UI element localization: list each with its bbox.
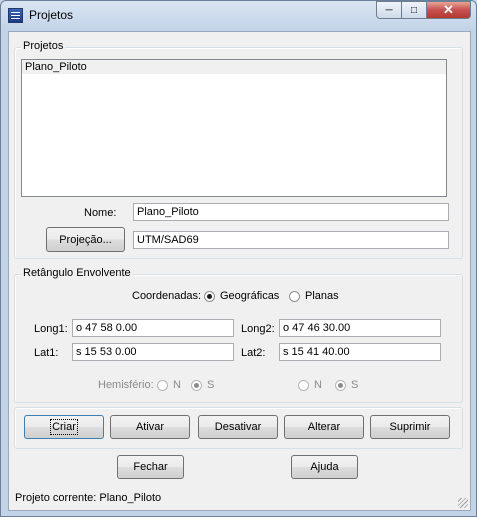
- s-label: S: [207, 379, 215, 391]
- criar-button[interactable]: Criar: [24, 415, 104, 439]
- window-title: Projetos: [29, 8, 74, 22]
- radio-unselected-icon: [298, 379, 309, 391]
- close-button[interactable]: ✕: [427, 1, 471, 19]
- hemisferio1-s-radio[interactable]: S: [191, 379, 214, 391]
- hemisferio-label: Hemisfério:: [98, 379, 154, 391]
- fechar-label: Fechar: [133, 461, 168, 473]
- lat1-label: Lat1:: [34, 347, 59, 359]
- n-label: N: [314, 379, 322, 391]
- minimize-icon: ─: [385, 4, 393, 16]
- retangulo-group-label: Retângulo Envolvente: [21, 267, 133, 279]
- ajuda-button[interactable]: Ajuda: [291, 455, 358, 479]
- radio-unselected-icon: [157, 379, 168, 391]
- radio-selected-icon: [204, 290, 215, 302]
- caption-buttons: ─ □ ✕: [376, 1, 471, 20]
- criar-label: Criar: [50, 419, 78, 435]
- planas-radio[interactable]: Planas: [289, 290, 339, 302]
- list-item[interactable]: Plano_Piloto: [22, 60, 446, 74]
- long1-field[interactable]: o 47 58 0.00: [72, 319, 234, 337]
- coordenadas-label: Coordenadas:: [132, 290, 202, 302]
- s-label: S: [351, 379, 359, 391]
- lat2-field[interactable]: s 15 41 40.00: [279, 343, 441, 361]
- title-bar[interactable]: Projetos ─ □ ✕: [1, 1, 476, 29]
- planas-label: Planas: [305, 290, 339, 302]
- projetos-window: Projetos ─ □ ✕ Projetos Plano_Piloto Nom…: [0, 0, 477, 517]
- radio-selected-icon: [335, 379, 346, 391]
- nome-label: Nome:: [84, 207, 117, 219]
- hemisferio2-n-radio[interactable]: N: [298, 379, 322, 391]
- projecao-field[interactable]: UTM/SAD69: [133, 231, 449, 249]
- hemisferio1-n-radio[interactable]: N: [157, 379, 181, 391]
- resize-grip-icon[interactable]: [458, 498, 468, 508]
- projetos-group: Projetos Plano_Piloto Nome: Plano_Piloto…: [14, 40, 463, 259]
- app-icon: [8, 8, 23, 23]
- suprimir-label: Suprimir: [389, 421, 431, 433]
- ativar-label: Ativar: [135, 421, 165, 433]
- radio-unselected-icon: [289, 290, 300, 302]
- actions-group: Criar Ativar Desativar Alterar Suprimir: [14, 407, 463, 449]
- maximize-button[interactable]: □: [402, 1, 427, 19]
- n-label: N: [173, 379, 181, 391]
- long2-label: Long2:: [241, 323, 275, 335]
- projecao-button[interactable]: Projeção...: [46, 227, 125, 252]
- alterar-label: Alterar: [307, 421, 341, 433]
- lat2-label: Lat2:: [241, 347, 266, 359]
- geograficas-radio[interactable]: Geográficas: [204, 290, 279, 302]
- hemisferio2-s-radio[interactable]: S: [335, 379, 358, 391]
- fechar-button[interactable]: Fechar: [117, 455, 184, 479]
- alterar-button[interactable]: Alterar: [284, 415, 364, 439]
- desativar-label: Desativar: [214, 421, 262, 433]
- status-bar-text: Projeto corrente: Plano_Piloto: [15, 492, 162, 504]
- maximize-icon: □: [410, 4, 418, 16]
- projects-list[interactable]: Plano_Piloto: [21, 59, 447, 197]
- ajuda-label: Ajuda: [310, 461, 339, 473]
- geograficas-label: Geográficas: [220, 290, 280, 302]
- close-icon: ✕: [443, 2, 454, 17]
- lat1-field[interactable]: s 15 53 0.00: [72, 343, 234, 361]
- long1-label: Long1:: [34, 323, 68, 335]
- projetos-group-label: Projetos: [21, 40, 66, 52]
- ativar-button[interactable]: Ativar: [110, 415, 190, 439]
- desativar-button[interactable]: Desativar: [198, 415, 278, 439]
- long2-field[interactable]: o 47 46 30.00: [279, 319, 441, 337]
- nome-field[interactable]: Plano_Piloto: [133, 203, 449, 221]
- radio-selected-icon: [191, 379, 202, 391]
- retangulo-envolvente-group: Retângulo Envolvente Coordenadas: Geográ…: [14, 267, 463, 403]
- dialog-client: Projetos Plano_Piloto Nome: Plano_Piloto…: [8, 31, 471, 511]
- suprimir-button[interactable]: Suprimir: [370, 415, 450, 439]
- projecao-button-label: Projeção...: [59, 233, 112, 246]
- minimize-button[interactable]: ─: [376, 1, 402, 19]
